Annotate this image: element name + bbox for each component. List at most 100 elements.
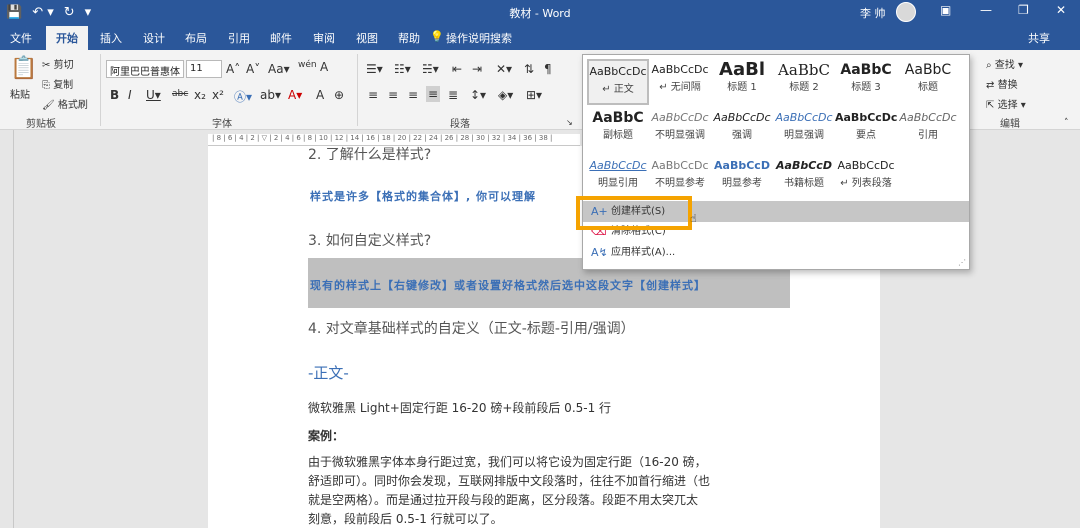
tell-me-search[interactable]: 操作说明搜索: [446, 30, 512, 46]
tab-insert[interactable]: 插入: [100, 30, 122, 46]
font-size-combo[interactable]: 11: [186, 60, 222, 78]
underline-icon[interactable]: U▾: [146, 88, 161, 102]
find-button[interactable]: ⌕ 查找 ▾: [986, 56, 1023, 71]
replace-button[interactable]: ⇄ 替换: [986, 76, 1018, 91]
minimize-icon[interactable]: —: [980, 3, 992, 17]
enclose-characters-icon[interactable]: ⊕: [334, 88, 344, 102]
subscript-icon[interactable]: x₂: [194, 88, 206, 102]
vertical-ruler[interactable]: [0, 130, 14, 528]
character-shading-icon[interactable]: A: [316, 88, 324, 102]
style-subtle-emphasis[interactable]: AaBbCcDc 不明显强调: [649, 107, 711, 153]
clear-formatting-icon[interactable]: A: [320, 60, 328, 74]
restore-icon[interactable]: ❐: [1018, 3, 1029, 17]
style-emphasis[interactable]: AaBbCcDc 强调: [711, 107, 773, 153]
tab-file[interactable]: 文件: [10, 30, 32, 46]
paragraph-line[interactable]: 就是空两格）。而是通过拉开段与段的距离，区分段落。段距不用太突兀太: [308, 490, 698, 510]
style-normal[interactable]: AaBbCcDc ↵ 正文: [587, 59, 649, 105]
superscript-icon[interactable]: x²: [212, 88, 224, 102]
style-strong[interactable]: AaBbCcDc 要点: [835, 107, 897, 153]
heading-4[interactable]: 4. 对文章基础样式的自定义（正文-标题-引用/强调）: [308, 318, 635, 338]
example-label[interactable]: 案例：: [308, 426, 344, 446]
tab-references[interactable]: 引用: [228, 30, 250, 46]
line-spacing-icon[interactable]: ↕▾: [470, 88, 486, 102]
text-effects-icon[interactable]: Ⓐ▾: [234, 88, 252, 105]
paragraph-line[interactable]: 刻意，段前段后 0.5-1 行就可以了。: [308, 509, 503, 528]
decrease-indent-icon[interactable]: ⇤: [452, 62, 462, 76]
strikethrough-icon[interactable]: abc: [172, 89, 188, 99]
style-heading-3[interactable]: AaBbC 标题 3: [835, 59, 897, 105]
tab-home[interactable]: 开始: [46, 26, 88, 50]
align-center-icon[interactable]: ≡: [388, 88, 398, 102]
style-book-title[interactable]: AaBbCcD 书籍标题: [773, 155, 835, 201]
numbering-icon[interactable]: ☷▾: [394, 62, 411, 76]
cut-button[interactable]: ✂ 剪切: [42, 56, 74, 71]
align-right-icon[interactable]: ≡: [408, 88, 418, 102]
apply-styles-menu-item[interactable]: A↯ 应用样式(A)...: [583, 242, 969, 263]
blue-bold-line[interactable]: 样式是许多【格式的集合体】, 你可以理解: [310, 188, 536, 204]
font-name-combo[interactable]: 阿里巴巴普惠体: [106, 60, 184, 78]
shrink-font-icon[interactable]: A˅: [246, 62, 260, 76]
borders-icon[interactable]: ⊞▾: [526, 88, 542, 102]
style-intense-emphasis[interactable]: AaBbCcDc 明显强调: [773, 107, 835, 153]
style-list-paragraph[interactable]: AaBbCcDc ↵ 列表段落: [835, 155, 897, 201]
style-heading-2[interactable]: AaBbC 标题 2: [773, 59, 835, 105]
spec-line[interactable]: 微软雅黑 Light+固定行距 16-20 磅+段前段后 0.5-1 行: [308, 398, 611, 418]
style-quote[interactable]: AaBbCcDc 引用: [897, 107, 959, 153]
select-button[interactable]: ⇱ 选择 ▾: [986, 96, 1026, 111]
highlight-icon[interactable]: ab▾: [260, 88, 281, 102]
style-name: 不明显强调: [655, 130, 705, 141]
paragraph-line[interactable]: 由于微软雅黑字体本身行距过宽，我们可以将它设为固定行距（16-20 磅，: [308, 452, 707, 472]
paragraph-group-label: 段落: [450, 119, 470, 130]
bold-icon[interactable]: B: [110, 88, 119, 102]
section-title[interactable]: -正文-: [308, 362, 349, 383]
multilevel-list-icon[interactable]: ☵▾: [422, 62, 439, 76]
italic-icon[interactable]: I: [128, 88, 132, 102]
sort-icon[interactable]: ⇅: [524, 62, 534, 76]
change-case-icon[interactable]: Aa▾: [268, 62, 290, 76]
format-painter-button[interactable]: 🖌 格式刷: [42, 96, 88, 111]
show-marks-icon[interactable]: ¶: [544, 62, 552, 76]
avatar[interactable]: [896, 2, 916, 22]
align-left-icon[interactable]: ≡: [368, 88, 378, 102]
distributed-icon[interactable]: ≣: [448, 88, 458, 102]
style-subtitle[interactable]: AaBbC 副标题: [587, 107, 649, 153]
close-icon[interactable]: ✕: [1056, 3, 1066, 17]
justify-icon[interactable]: ≡: [426, 86, 441, 102]
style-heading-1[interactable]: AaBl 标题 1: [711, 59, 773, 105]
font-color-icon[interactable]: A▾: [288, 88, 302, 102]
copy-button[interactable]: ⎘ 复制: [42, 76, 73, 91]
style-sample: AaBbCcDc: [589, 159, 647, 172]
asian-layout-icon[interactable]: ✕▾: [496, 62, 512, 76]
paste-button-label[interactable]: 粘贴: [10, 86, 30, 101]
increase-indent-icon[interactable]: ⇥: [472, 62, 482, 76]
paste-icon[interactable]: 📋: [10, 56, 37, 81]
ribbon-display-icon[interactable]: ▣: [940, 3, 951, 17]
paragraph-line[interactable]: 舒适即可）。同时你会发现，互联网排版中文段落时，往往不加首行缩进（也: [308, 471, 710, 491]
tab-review[interactable]: 审阅: [313, 30, 335, 46]
style-no-spacing[interactable]: AaBbCcDc ↵ 无间隔: [649, 59, 711, 105]
style-subtle-reference[interactable]: AaBbCcDc 不明显参考: [649, 155, 711, 201]
heading-2[interactable]: 2. 了解什么是样式?: [308, 144, 431, 164]
collapse-ribbon-icon[interactable]: ˄: [1064, 118, 1069, 128]
tab-design[interactable]: 设计: [143, 30, 165, 46]
shading-icon[interactable]: ◈▾: [498, 88, 513, 102]
resize-grip-icon[interactable]: ⋰: [958, 258, 966, 267]
style-name: 不明显参考: [655, 178, 705, 189]
bullets-icon[interactable]: ☰▾: [366, 62, 383, 76]
grow-font-icon[interactable]: A˄: [226, 62, 240, 76]
tab-help[interactable]: 帮助: [398, 30, 420, 46]
style-sample: AaBbCcD: [714, 159, 770, 172]
style-title[interactable]: AaBbC 标题: [897, 59, 959, 105]
tab-view[interactable]: 视图: [356, 30, 378, 46]
paragraph-launcher-icon[interactable]: ↘: [566, 118, 573, 127]
tab-mailings[interactable]: 邮件: [270, 30, 292, 46]
highlighted-line[interactable]: 现有的样式上【右键修改】或者设置好格式然后选中这段文字【创建样式】: [310, 277, 706, 293]
apply-styles-label: 应用样式(A)...: [611, 247, 676, 258]
share-button[interactable]: 共享: [1028, 30, 1050, 46]
user-name[interactable]: 李 帅: [860, 5, 886, 21]
phonetic-guide-icon[interactable]: wén: [298, 60, 317, 70]
tab-layout[interactable]: 布局: [185, 30, 207, 46]
style-intense-reference[interactable]: AaBbCcD 明显参考: [711, 155, 773, 201]
heading-3[interactable]: 3. 如何自定义样式?: [308, 230, 431, 250]
style-intense-quote[interactable]: AaBbCcDc 明显引用: [587, 155, 649, 201]
